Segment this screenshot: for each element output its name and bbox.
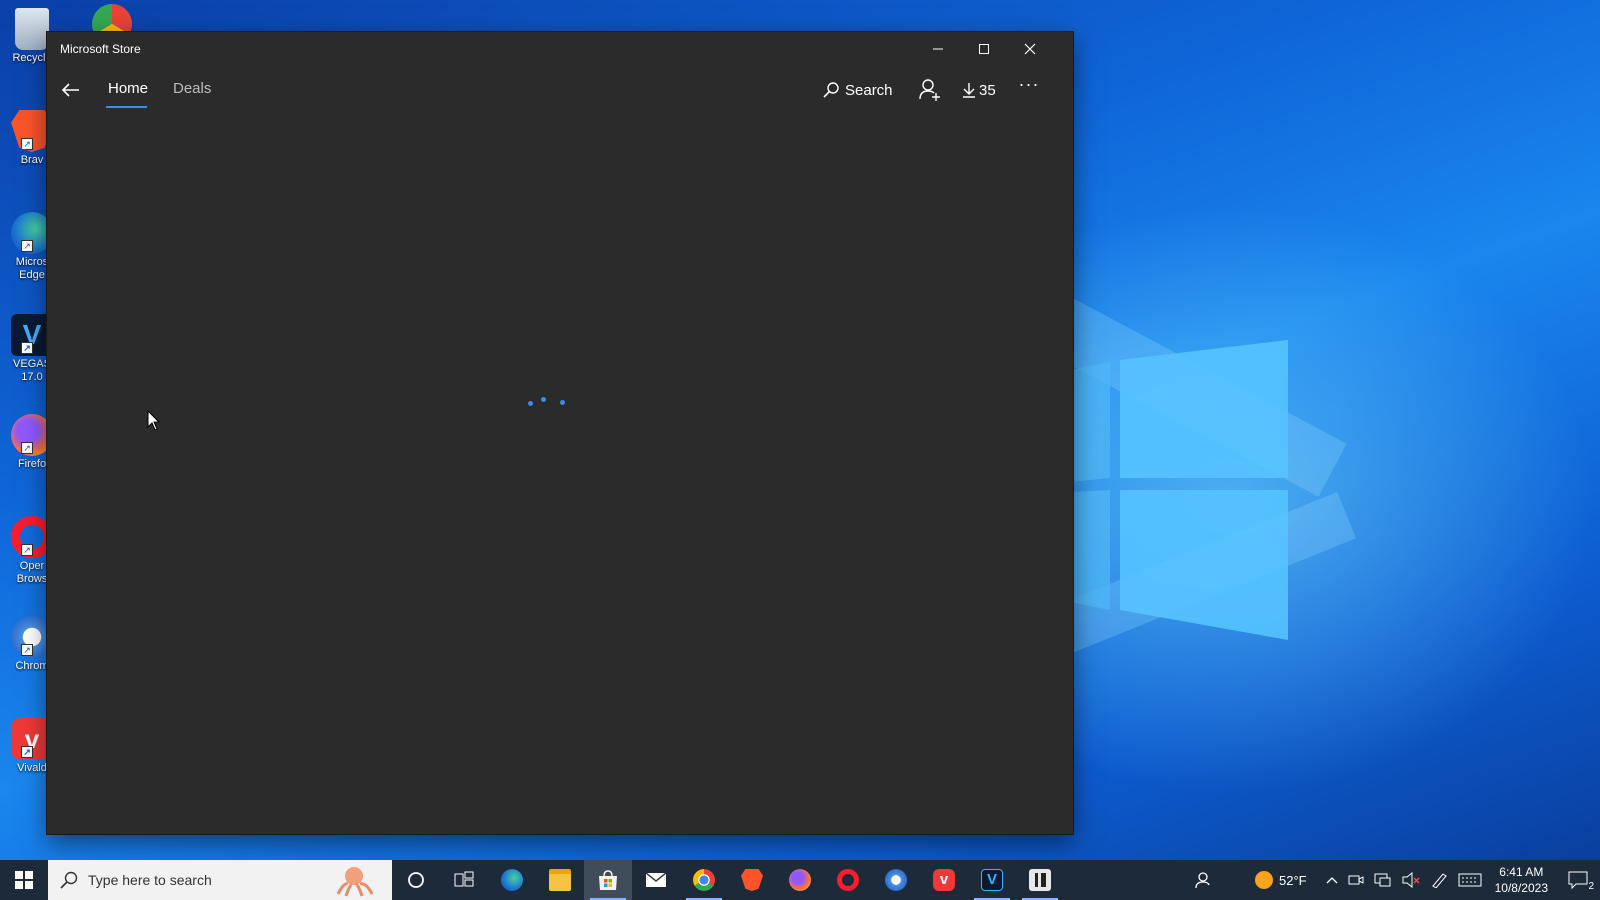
tab-home[interactable]: Home	[108, 80, 148, 97]
taskbar-search-placeholder: Type here to search	[88, 872, 212, 888]
clock-date: 10/8/2023	[1494, 881, 1548, 895]
tray-pen[interactable]	[1425, 860, 1453, 900]
cortana-icon	[408, 872, 424, 888]
chromium-icon	[885, 869, 907, 891]
tab-deals[interactable]: Deals	[173, 80, 211, 97]
downloads-button[interactable]: 35	[962, 76, 996, 104]
windows-start-icon	[15, 871, 33, 889]
mail-icon	[645, 872, 667, 887]
chevron-up-icon	[1326, 877, 1338, 884]
file-explorer-icon	[549, 869, 571, 891]
back-arrow-icon	[62, 83, 79, 97]
taskbar-chrome[interactable]	[680, 860, 728, 900]
close-icon	[1024, 43, 1036, 55]
microsoft-store-icon	[599, 870, 617, 890]
weather-sun-icon	[1255, 871, 1273, 889]
vegas-icon: V	[981, 869, 1003, 891]
taskbar-opera[interactable]	[824, 860, 872, 900]
edge-icon	[501, 869, 523, 891]
more-options-button[interactable]: ···	[1014, 74, 1044, 102]
volume-muted-icon	[1402, 872, 1420, 888]
taskbar-app[interactable]	[1016, 860, 1064, 900]
notification-count-badge: 2	[1588, 881, 1594, 892]
taskbar-mail[interactable]	[632, 860, 680, 900]
task-view-icon	[454, 871, 474, 887]
taskbar-brave[interactable]	[728, 860, 776, 900]
minimize-icon	[933, 48, 943, 50]
vivaldi-icon: v	[933, 869, 955, 891]
cortana-button[interactable]	[392, 860, 440, 900]
start-button[interactable]	[0, 860, 48, 900]
clock-time: 6:41 AM	[1499, 865, 1544, 879]
taskbar-file-explorer[interactable]	[536, 860, 584, 900]
back-button[interactable]	[57, 76, 85, 104]
weather-temperature: 52°F	[1279, 872, 1307, 888]
search-highlight-octopus-icon	[336, 867, 374, 897]
show-hidden-icons-button[interactable]	[1321, 860, 1343, 900]
recycle-bin-icon	[15, 8, 49, 50]
maximize-icon	[979, 44, 989, 54]
spinner-dot	[560, 400, 565, 405]
task-view-button[interactable]	[440, 860, 488, 900]
opera-icon	[837, 869, 859, 891]
spinner-dot	[541, 397, 546, 402]
clock[interactable]: 6:41 AM 10/8/2023	[1487, 864, 1556, 896]
brave-icon	[741, 869, 763, 891]
tray-meet-now[interactable]	[1343, 860, 1369, 900]
tray-volume[interactable]	[1397, 860, 1425, 900]
taskbar-edge[interactable]	[488, 860, 536, 900]
store-navigation-bar: Home Deals Search 35 ···	[47, 66, 1073, 116]
action-center-button[interactable]: 2	[1556, 860, 1600, 900]
microsoft-store-window: Microsoft Store Home Deals Search 35 ···	[47, 32, 1073, 834]
taskbar-vegas[interactable]: V	[968, 860, 1016, 900]
taskbar-firefox[interactable]	[776, 860, 824, 900]
network-icon	[1374, 873, 1391, 887]
people-icon	[1195, 872, 1210, 889]
account-button[interactable]	[916, 76, 944, 104]
windows-logo-wallpaper	[1070, 340, 1290, 650]
taskbar-vivaldi[interactable]: v	[920, 860, 968, 900]
tray-network[interactable]	[1369, 860, 1397, 900]
taskbar-search-box[interactable]: Type here to search	[48, 860, 392, 900]
search-button[interactable]: Search	[823, 76, 893, 104]
spinner-dot	[528, 401, 533, 406]
window-title: Microsoft Store	[60, 42, 141, 56]
app-icon	[1029, 869, 1051, 891]
content-area	[47, 116, 1073, 834]
loading-spinner	[525, 394, 565, 408]
touch-keyboard-icon	[1458, 873, 1482, 887]
chrome-icon	[693, 869, 715, 891]
mouse-cursor-icon	[147, 410, 161, 431]
tray-keyboard[interactable]	[1453, 860, 1487, 900]
download-icon	[963, 83, 975, 98]
search-icon	[60, 871, 78, 889]
firefox-icon	[789, 869, 811, 891]
notification-icon	[1568, 871, 1588, 889]
downloads-count: 35	[979, 81, 996, 99]
title-bar[interactable]: Microsoft Store	[47, 32, 1073, 66]
taskbar: Type here to search v V 52°F 6:41 AM 10/…	[0, 860, 1600, 900]
taskbar-chromium[interactable]	[872, 860, 920, 900]
weather-widget[interactable]: 52°F	[1225, 860, 1321, 900]
close-button[interactable]	[1007, 32, 1053, 66]
minimize-button[interactable]	[915, 32, 961, 66]
people-button[interactable]	[1183, 860, 1225, 900]
add-account-icon	[919, 79, 940, 101]
system-tray: 52°F 6:41 AM 10/8/2023 2	[1183, 860, 1600, 900]
search-button-label: Search	[845, 81, 893, 99]
pen-icon	[1431, 873, 1447, 888]
camera-icon	[1348, 875, 1364, 885]
selected-tab-indicator	[106, 106, 147, 108]
search-icon	[823, 82, 839, 98]
maximize-button[interactable]	[961, 32, 1007, 66]
taskbar-microsoft-store[interactable]	[584, 860, 632, 900]
